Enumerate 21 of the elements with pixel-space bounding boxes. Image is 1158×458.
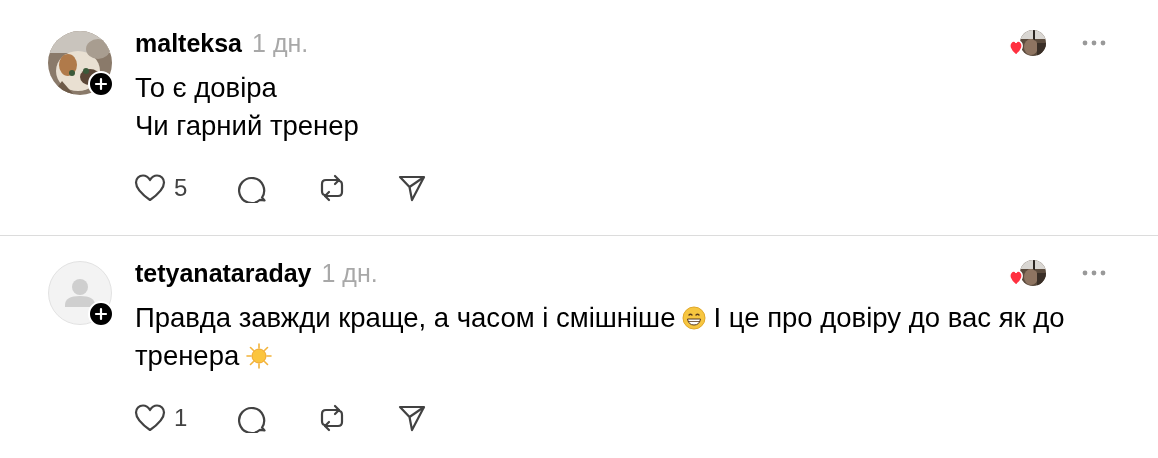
timestamp: 1 дн. <box>252 28 309 58</box>
like-button[interactable]: 5 <box>134 173 237 203</box>
comment-text: Чи гарний тренер <box>135 109 359 143</box>
username[interactable]: tetyanataraday <box>135 258 312 288</box>
heart-icon <box>134 403 166 433</box>
comment-text: То є довіра <box>135 71 277 105</box>
like-button[interactable]: 1 <box>134 403 237 433</box>
timestamp: 1 дн. <box>321 258 378 288</box>
more-icon[interactable] <box>1082 40 1106 46</box>
sun-icon <box>246 343 273 369</box>
share-icon[interactable] <box>397 173 427 203</box>
share-icon[interactable] <box>397 403 427 433</box>
follow-button[interactable] <box>88 301 114 327</box>
comment-text: І це про довіру до вас як до <box>713 301 1065 335</box>
follow-button[interactable] <box>88 71 114 97</box>
comment-text: Правда завжди краще, а часом і смішніше <box>135 301 676 335</box>
more-icon[interactable] <box>1082 270 1106 276</box>
username[interactable]: malteksa <box>135 28 243 58</box>
comment-text: тренера <box>135 339 240 373</box>
heart-icon <box>134 173 166 203</box>
grinning-face-icon <box>682 306 707 330</box>
